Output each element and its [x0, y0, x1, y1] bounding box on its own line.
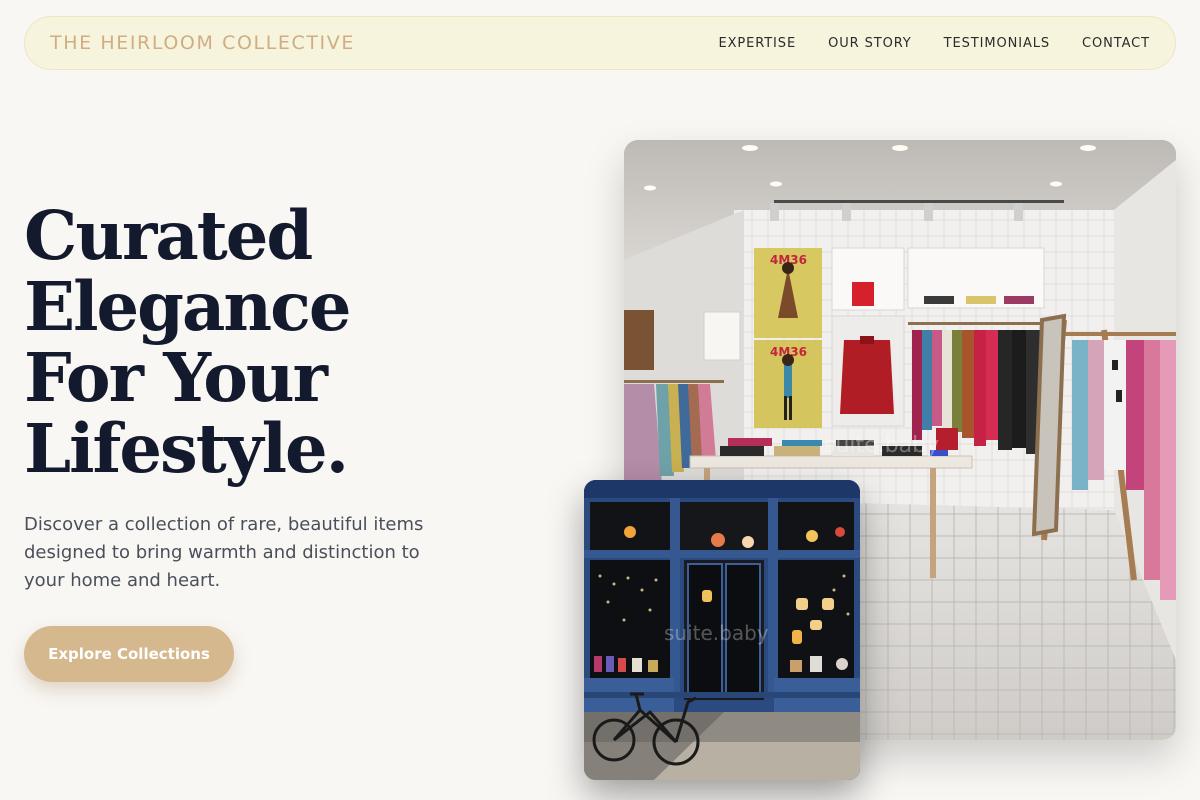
watermark-text: suite.baby	[824, 433, 939, 458]
hero-title-line: Curated	[24, 196, 313, 275]
storefront-illustration: suite.baby	[584, 480, 860, 780]
brand-logo[interactable]: THE HEIRLOOM COLLECTIVE	[50, 32, 355, 54]
top-nav: THE HEIRLOOM COLLECTIVE EXPERTISE OUR ST…	[24, 16, 1176, 70]
hero-title-line: Elegance	[24, 267, 352, 346]
nav-link-testimonials[interactable]: TESTIMONIALS	[944, 36, 1050, 51]
hero-subtitle: Discover a collection of rare, beautiful…	[24, 514, 424, 591]
storefront-image: suite.baby	[584, 480, 860, 780]
nav-link-expertise[interactable]: EXPERTISE	[718, 36, 796, 51]
hero-title-line: Lifestyle.	[24, 409, 349, 488]
nav-link-contact[interactable]: CONTACT	[1082, 36, 1150, 51]
explore-collections-button[interactable]: Explore Collections	[24, 626, 234, 682]
nav-links: EXPERTISE OUR STORY TESTIMONIALS CONTACT	[718, 36, 1150, 51]
watermark-text: suite.baby	[664, 621, 769, 645]
hero-title-line: For Your	[24, 338, 328, 417]
nav-link-our-story[interactable]: OUR STORY	[828, 36, 912, 51]
hero-title: Curated Elegance For Your Lifestyle.	[24, 200, 444, 484]
